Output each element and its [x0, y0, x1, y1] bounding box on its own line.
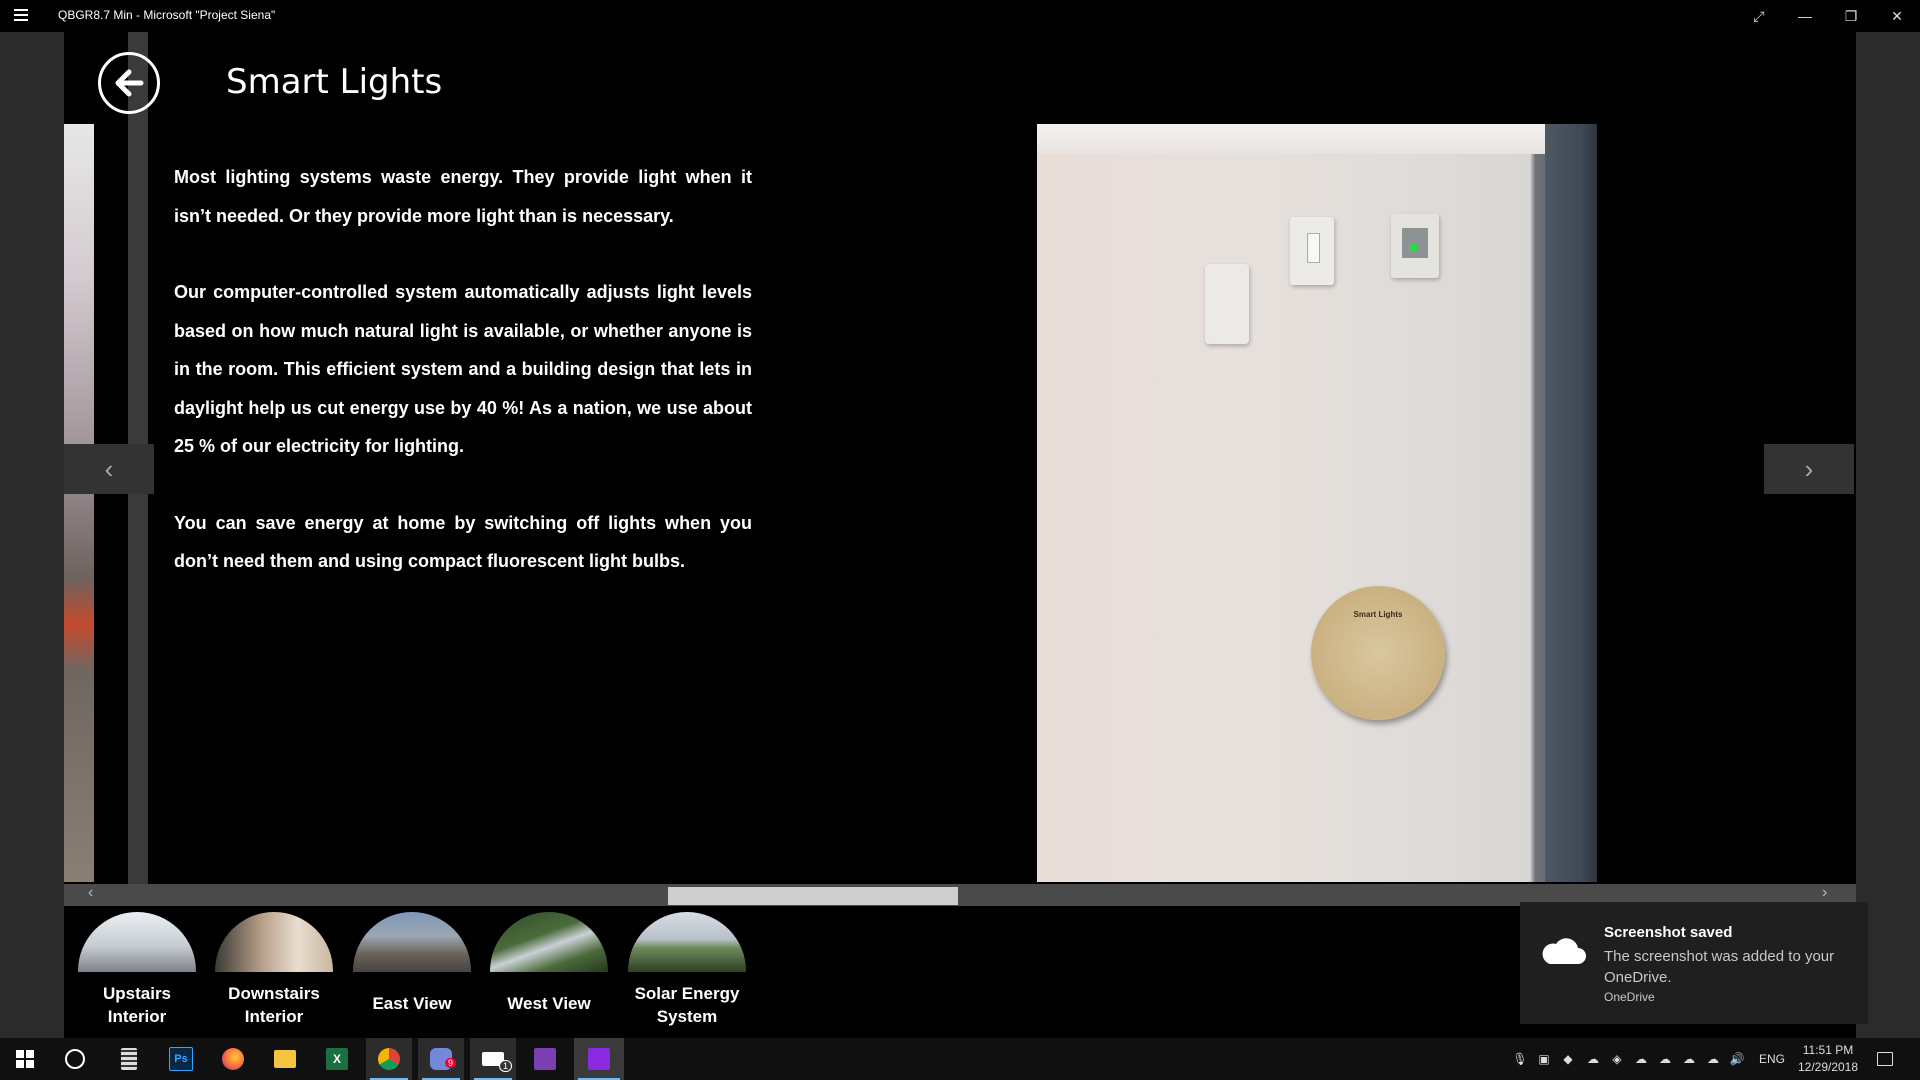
paragraph: Most lighting systems waste energy. They…	[174, 167, 752, 226]
close-button[interactable]: ✕	[1874, 0, 1920, 32]
thumbnail-image	[628, 912, 746, 972]
chevron-right-icon: ›	[1804, 453, 1814, 484]
chevron-left-icon: ‹	[104, 453, 114, 484]
title-bar: QBGR8.7 Min - Microsoft "Project Siena" …	[0, 0, 1920, 32]
tray-cloud-icon[interactable]: ☁	[1656, 1038, 1674, 1080]
window-title: QBGR8.7 Min - Microsoft "Project Siena"	[58, 8, 276, 22]
plaque: Smart Lights	[1311, 586, 1445, 720]
taskbar-firefox[interactable]	[210, 1038, 256, 1080]
network-icon[interactable]	[1706, 1038, 1724, 1080]
taskbar-project-siena[interactable]	[574, 1038, 624, 1080]
onedrive-icon[interactable]: ☁	[1632, 1038, 1650, 1080]
back-button[interactable]	[98, 52, 160, 114]
excel-icon: X	[326, 1048, 348, 1070]
back-arrow-icon	[115, 69, 144, 97]
taskbar-file-explorer[interactable]	[262, 1038, 308, 1080]
gallery-label: Downstairs	[228, 984, 320, 1003]
gallery-label: West View	[507, 994, 591, 1013]
cortana-button[interactable]	[52, 1038, 98, 1080]
firefox-icon	[222, 1048, 244, 1070]
gallery-label: East View	[372, 994, 452, 1013]
calculator-icon	[121, 1048, 137, 1070]
taskbar-discord[interactable]: 9	[418, 1038, 464, 1080]
tray-app-icon[interactable]: ◆	[1560, 1038, 1576, 1080]
gallery-item-upstairs-interior[interactable]: Upstairs Interior	[78, 912, 196, 1028]
ceiling	[1037, 124, 1597, 154]
clock[interactable]: 11:51 PM 12/29/2018	[1796, 1042, 1860, 1076]
start-button[interactable]	[2, 1038, 48, 1080]
language-indicator[interactable]: ENG	[1756, 1038, 1788, 1080]
light-switch	[1290, 217, 1334, 285]
cortana-icon	[65, 1049, 85, 1069]
taskbar-mail[interactable]: 1	[470, 1038, 516, 1080]
tray-cloud-icon[interactable]: ☁	[1584, 1038, 1602, 1080]
gallery-label: Interior	[107, 1007, 167, 1026]
project-siena-icon	[588, 1048, 610, 1070]
scrollbar-thumb[interactable]	[668, 887, 958, 905]
notification-badge: 9	[445, 1058, 457, 1068]
page-title: Smart Lights	[226, 62, 443, 102]
scroll-right-icon[interactable]: ›	[1822, 884, 1827, 902]
restore-button[interactable]: ❐	[1828, 0, 1874, 32]
gallery-item-west-view[interactable]: West View	[490, 912, 608, 1015]
next-button[interactable]: ›	[1764, 444, 1854, 494]
thumbnail-image	[215, 912, 333, 972]
taskbar-calculator[interactable]	[106, 1038, 152, 1080]
thumbnail-image	[490, 912, 608, 972]
chrome-icon	[378, 1048, 400, 1070]
toast-title: Screenshot saved	[1604, 924, 1733, 941]
gallery-item-downstairs-interior[interactable]: Downstairs Interior	[215, 912, 333, 1028]
notification-badge: 1	[499, 1060, 513, 1072]
light-control-panel	[1391, 214, 1439, 278]
previous-photo-strip	[64, 124, 94, 882]
app-frame-right	[1856, 32, 1920, 1038]
toast-app-name: OneDrive	[1604, 990, 1655, 1004]
taskbar-chrome[interactable]	[366, 1038, 412, 1080]
paragraph: Our computer-controlled system automatic…	[174, 282, 752, 456]
taskbar-photoshop[interactable]: Ps	[158, 1038, 204, 1080]
notification-toast[interactable]: Screenshot saved The screenshot was adde…	[1520, 902, 1868, 1024]
tray-app-icon[interactable]: ▣	[1536, 1038, 1552, 1080]
scroll-left-icon[interactable]: ‹	[88, 884, 93, 902]
gallery-item-east-view[interactable]: East View	[353, 912, 471, 1015]
plaque-title: Smart Lights	[1353, 610, 1403, 619]
gallery-label: Solar Energy	[634, 984, 740, 1003]
gallery-label: Upstairs	[102, 984, 172, 1003]
toast-message: The screenshot was added to your OneDriv…	[1604, 948, 1835, 986]
taskbar-app-purple[interactable]	[522, 1038, 568, 1080]
windows-icon	[16, 1050, 34, 1068]
hamburger-icon[interactable]	[14, 9, 28, 21]
clock-time: 11:51 PM	[1802, 1043, 1854, 1057]
app-purple-icon	[534, 1048, 556, 1070]
minimize-button[interactable]: —	[1782, 0, 1828, 32]
microphone-icon[interactable]: 🎙	[1512, 1038, 1528, 1080]
taskbar: Ps X 9 1 🎙 ▣ ◆ ☁ ◈ ☁ ☁ ☁ ☁ 🔊 ENG 11:51 P…	[0, 1038, 1920, 1080]
expand-icon[interactable]: ⤢	[1736, 0, 1782, 32]
description-text: Most lighting systems waste energy. They…	[174, 158, 752, 619]
previous-button[interactable]: ‹	[64, 444, 154, 494]
clock-date: 12/29/2018	[1797, 1060, 1859, 1074]
tray-app-icon[interactable]: ◈	[1608, 1038, 1626, 1080]
gallery-label: Interior	[244, 1007, 304, 1026]
smart-lights-photo: Smart Lights	[1037, 124, 1597, 882]
tray-cloud-icon[interactable]: ☁	[1680, 1038, 1698, 1080]
paragraph: You can save energy at home by switching…	[174, 512, 752, 572]
gallery-label: System	[656, 1007, 718, 1026]
thumbnail-image	[78, 912, 196, 972]
taskbar-excel[interactable]: X	[314, 1038, 360, 1080]
door-edge	[1545, 124, 1597, 882]
file-explorer-icon	[274, 1050, 296, 1068]
action-center-icon[interactable]	[1872, 1038, 1898, 1080]
photoshop-icon: Ps	[169, 1047, 193, 1071]
thumbnail-image	[353, 912, 471, 972]
gallery-item-solar-energy-system[interactable]: Solar Energy System	[628, 912, 746, 1028]
occupancy-sensor	[1205, 264, 1249, 344]
app-frame-left	[0, 32, 64, 1038]
volume-icon[interactable]: 🔊	[1728, 1038, 1746, 1080]
cloud-icon	[1542, 938, 1586, 964]
